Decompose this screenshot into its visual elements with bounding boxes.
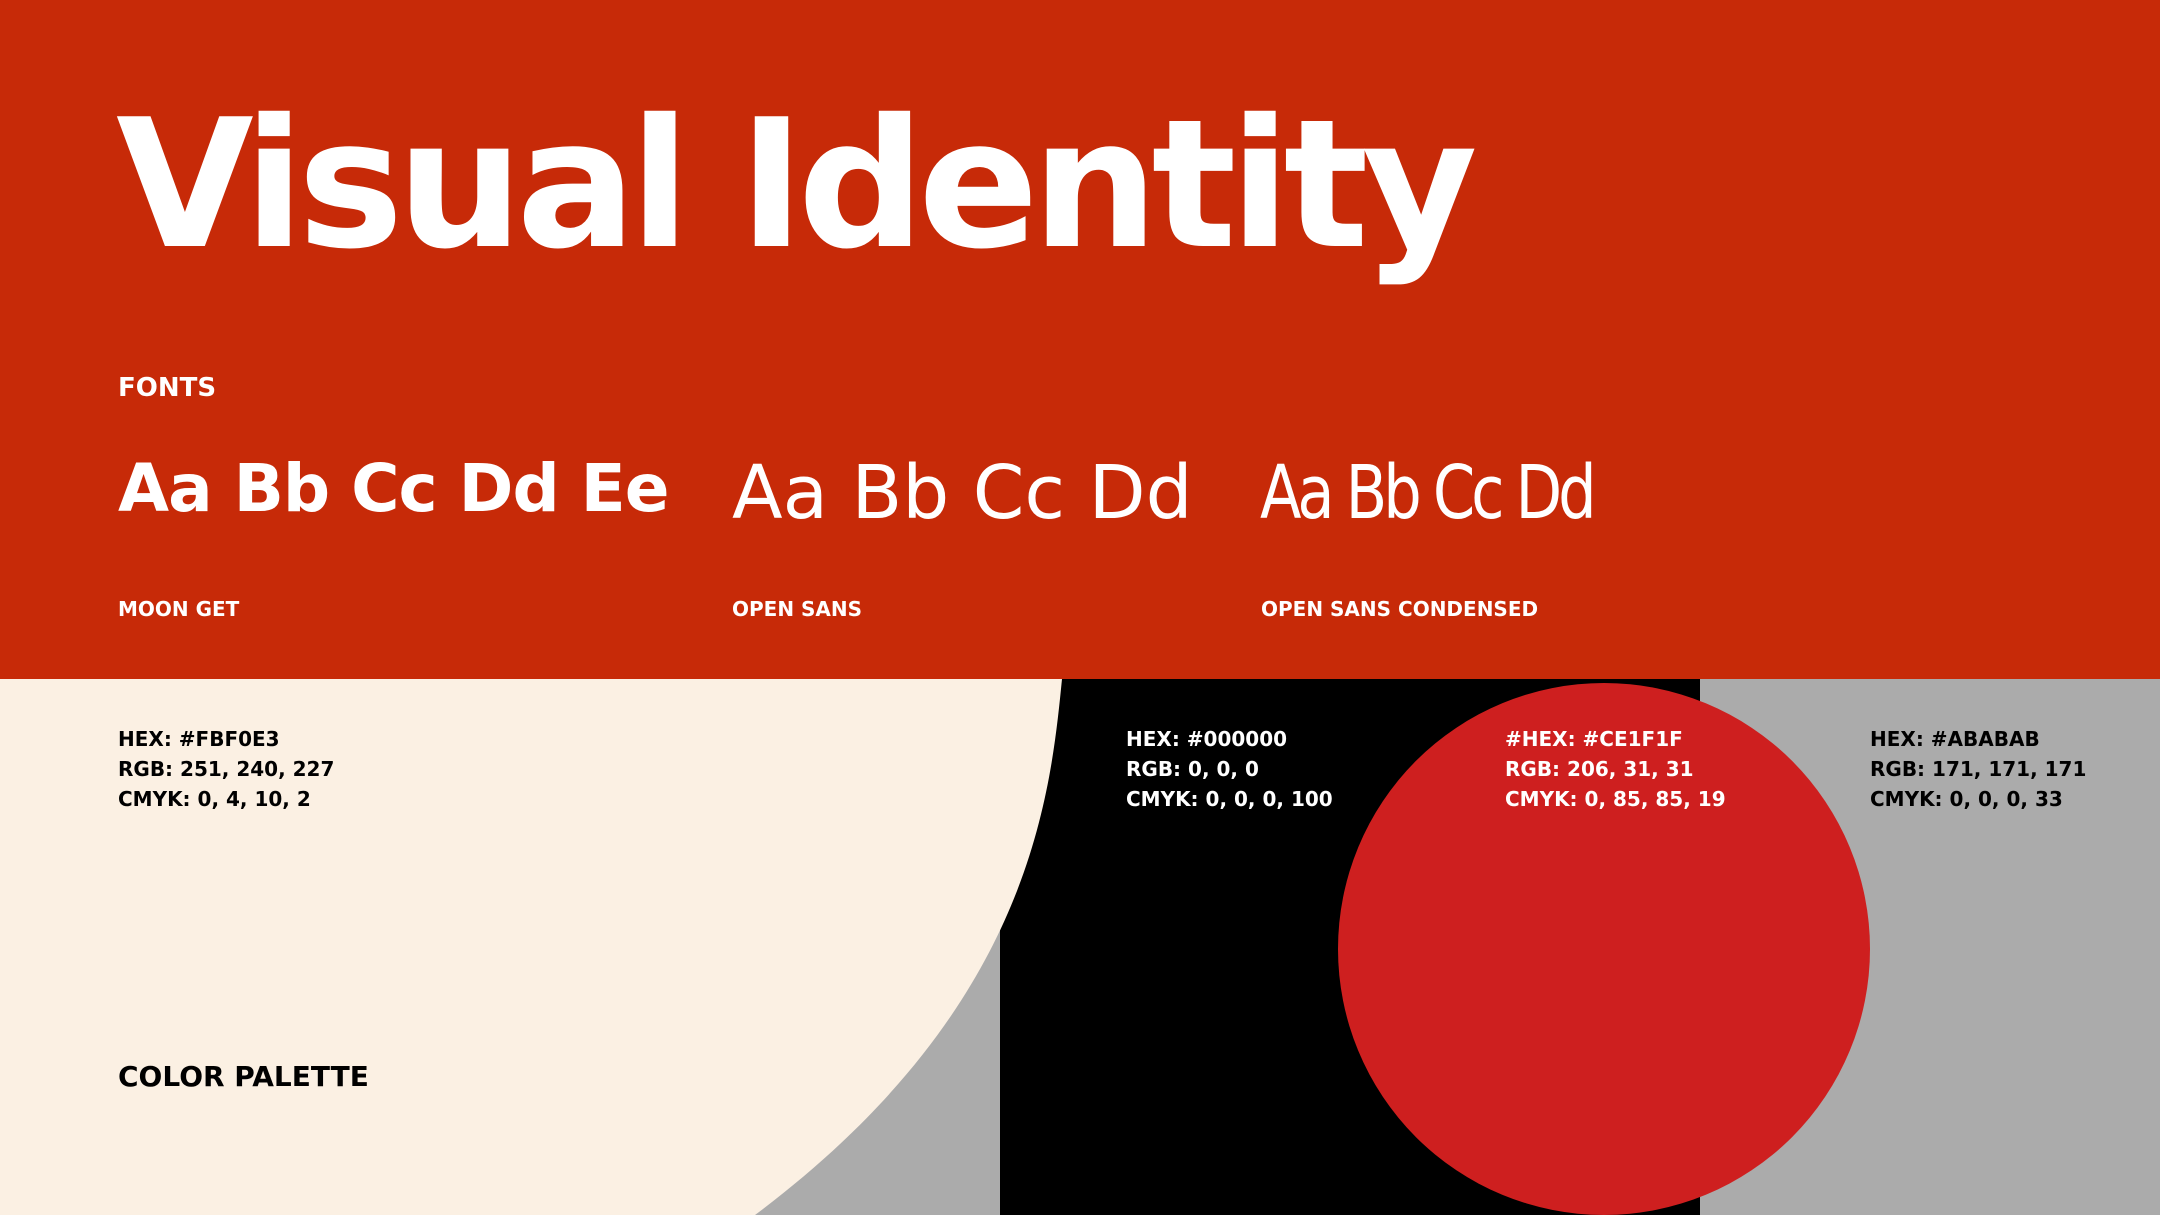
hex-value: HEX: #ABABAB bbox=[1870, 727, 2040, 751]
header-section: Visual Identity FONTS Aa Bb Cc Dd Ee Aa … bbox=[0, 0, 2160, 679]
color-palette-heading: COLOR PALETTE bbox=[118, 1060, 369, 1093]
page-title: Visual Identity bbox=[116, 81, 1478, 288]
color-info-cream: HEX: #FBF0E3 RGB: 251, 240, 227 CMYK: 0,… bbox=[118, 724, 334, 814]
color-info-gray: HEX: #ABABAB RGB: 171, 171, 171 CMYK: 0,… bbox=[1870, 724, 2086, 814]
cmyk-value: CMYK: 0, 85, 85, 19 bbox=[1505, 787, 1726, 811]
rgb-value: RGB: 206, 31, 31 bbox=[1505, 757, 1694, 781]
hex-value: #HEX: #CE1F1F bbox=[1505, 727, 1683, 751]
font-name-open-sans-condensed: OPEN SANS CONDENSED bbox=[1261, 597, 1539, 621]
rgb-value: RGB: 171, 171, 171 bbox=[1870, 757, 2087, 781]
hex-value: HEX: #000000 bbox=[1126, 727, 1288, 751]
color-info-red: #HEX: #CE1F1F RGB: 206, 31, 31 CMYK: 0, … bbox=[1505, 724, 1726, 814]
font-sample-open-sans-condensed: Aa Bb Cc Dd bbox=[1260, 450, 1597, 536]
font-name-moon-get: MOON GET bbox=[118, 597, 240, 621]
hex-value: HEX: #FBF0E3 bbox=[118, 727, 280, 751]
rgb-value: RGB: 0, 0, 0 bbox=[1126, 757, 1259, 781]
font-name-open-sans: OPEN SANS bbox=[732, 597, 863, 621]
font-sample-open-sans: Aa Bb Cc Dd bbox=[732, 450, 1193, 536]
color-info-black: HEX: #000000 RGB: 0, 0, 0 CMYK: 0, 0, 0,… bbox=[1126, 724, 1333, 814]
cmyk-value: CMYK: 0, 0, 0, 100 bbox=[1126, 787, 1333, 811]
fonts-heading: FONTS bbox=[118, 373, 217, 403]
cmyk-value: CMYK: 0, 0, 0, 33 bbox=[1870, 787, 2063, 811]
cmyk-value: CMYK: 0, 4, 10, 2 bbox=[118, 787, 311, 811]
rgb-value: RGB: 251, 240, 227 bbox=[118, 757, 335, 781]
font-sample-moon-get: Aa Bb Cc Dd Ee bbox=[118, 450, 670, 527]
